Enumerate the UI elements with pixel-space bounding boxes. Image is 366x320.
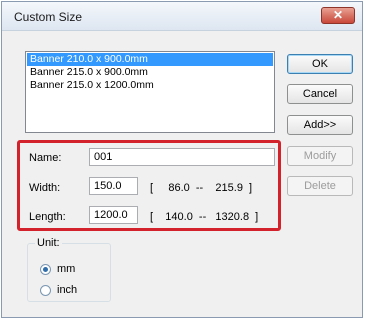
- length-field[interactable]: 1200.0: [89, 206, 138, 224]
- title-bar: Custom Size ✕: [2, 2, 362, 31]
- delete-button[interactable]: Delete: [287, 176, 353, 196]
- width-label: Width:: [29, 182, 61, 194]
- length-range: [ 140.0 -- 1320.8 ]: [150, 211, 259, 223]
- name-label: Name:: [29, 152, 62, 164]
- add-button[interactable]: Add>>: [287, 115, 353, 135]
- radio-button[interactable]: [40, 284, 51, 296]
- unit-group-title: Unit:: [35, 237, 62, 249]
- unit-option-mm[interactable]: mm: [40, 262, 75, 276]
- close-button[interactable]: ✕: [321, 7, 355, 24]
- name-field[interactable]: 001: [89, 148, 275, 166]
- cancel-button[interactable]: Cancel: [287, 84, 353, 104]
- modify-button[interactable]: Modify: [287, 146, 353, 166]
- width-range: [ 86.0 -- 215.9 ]: [150, 182, 253, 194]
- unit-option-label: inch: [57, 284, 78, 296]
- radio-button-selected[interactable]: [40, 263, 51, 275]
- custom-size-list[interactable]: Banner 210.0 x 900.0mm Banner 215.0 x 90…: [25, 51, 275, 133]
- list-item[interactable]: Banner 215.0 x 900.0mm: [27, 66, 273, 79]
- length-label: Length:: [29, 211, 66, 223]
- unit-option-label: mm: [57, 263, 76, 275]
- dialog-title: Custom Size: [14, 10, 83, 24]
- ok-button[interactable]: OK: [287, 54, 353, 74]
- width-field[interactable]: 150.0: [89, 177, 138, 195]
- list-item[interactable]: Banner 210.0 x 900.0mm: [27, 53, 273, 66]
- close-icon: ✕: [332, 8, 344, 22]
- list-item[interactable]: Banner 215.0 x 1200.0mm: [27, 79, 273, 92]
- unit-option-inch[interactable]: inch: [40, 283, 77, 297]
